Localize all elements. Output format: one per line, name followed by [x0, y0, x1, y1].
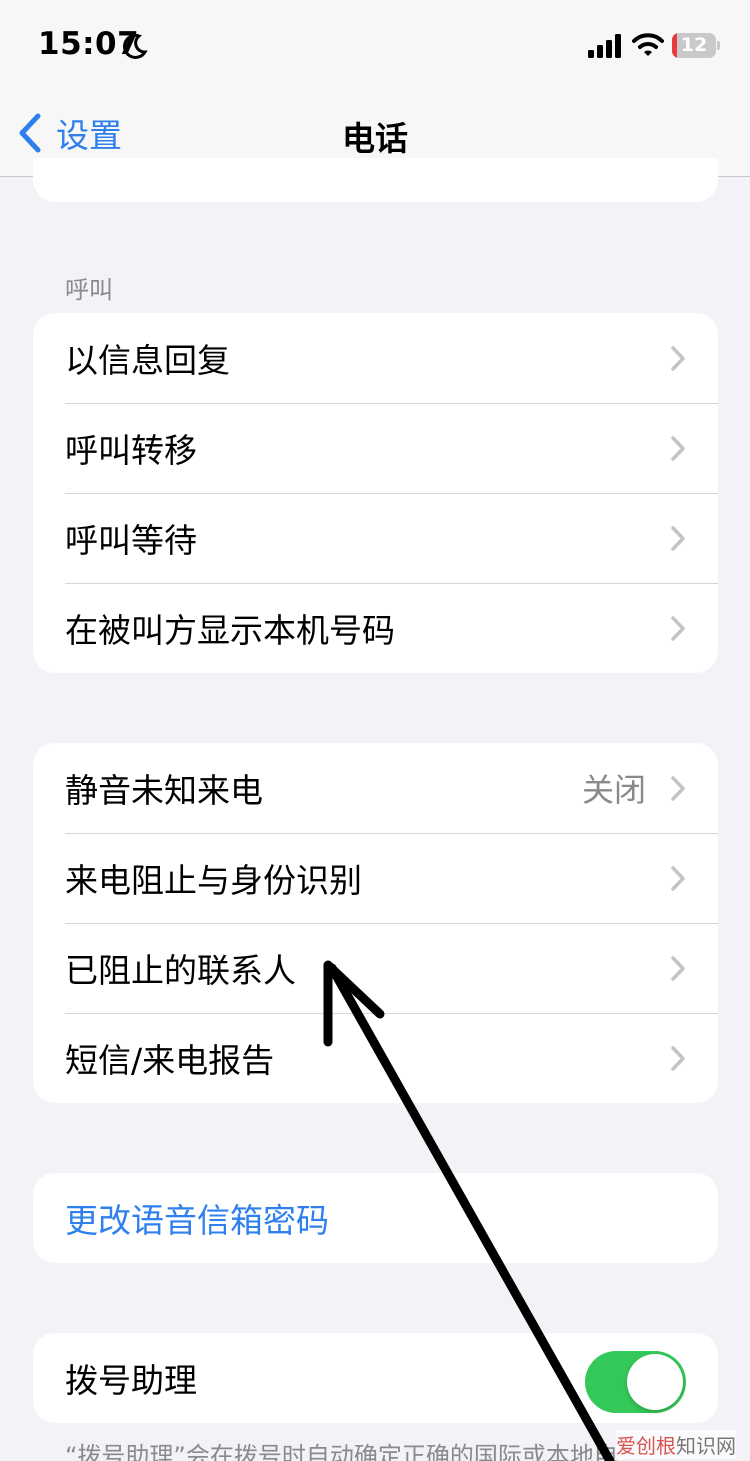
page-title: 电话: [342, 119, 408, 158]
cellular-signal-icon: [588, 34, 621, 58]
battery-body: 12: [672, 33, 716, 58]
blocking-group: 静音未知来电 关闭 来电阻止与身份识别 已阻止的联系人 短信/来电报告: [33, 743, 718, 1103]
row-label: 呼叫等待: [65, 521, 197, 560]
dial-assist-toggle[interactable]: [585, 1351, 686, 1413]
row-sms-call-reporting[interactable]: 短信/来电报告: [33, 1013, 718, 1103]
dial-assist-group: 拨号助理: [33, 1333, 718, 1423]
row-label: 短信/来电报告: [65, 1041, 275, 1080]
row-silence-unknown-callers[interactable]: 静音未知来电 关闭: [33, 743, 718, 833]
row-value: 关闭: [581, 771, 646, 809]
voicemail-group: 更改语音信箱密码: [33, 1173, 718, 1263]
dial-assist-footer: “拨号助理”会在拨号时自动确定正确的国际或本地电: [65, 1442, 618, 1461]
toggle-knob: [627, 1354, 683, 1410]
row-label: 更改语音信箱密码: [65, 1201, 329, 1240]
row-label: 静音未知来电: [65, 771, 263, 810]
calls-group: 以信息回复 呼叫转移 呼叫等待 在被叫方显示本机号码: [33, 313, 718, 673]
previous-group-card: [33, 158, 718, 202]
row-label: 拨号助理: [65, 1361, 197, 1400]
row-reply-with-message[interactable]: 以信息回复: [33, 313, 718, 403]
chevron-right-icon: [671, 346, 685, 371]
moon-icon: [123, 33, 148, 59]
change-voicemail-password-button[interactable]: 更改语音信箱密码: [33, 1173, 718, 1263]
row-label: 呼叫转移: [65, 431, 197, 470]
watermark: 爱创根知识网: [616, 1430, 736, 1459]
chevron-right-icon: [671, 616, 685, 641]
row-label: 以信息回复: [65, 341, 230, 380]
chevron-right-icon: [671, 526, 685, 551]
watermark-suffix: 知识网: [676, 1434, 736, 1458]
chevron-right-icon: [671, 1046, 685, 1071]
wifi-icon: [632, 33, 664, 56]
row-label: 来电阻止与身份识别: [65, 861, 362, 900]
row-call-blocking-identification[interactable]: 来电阻止与身份识别: [33, 833, 718, 923]
chevron-right-icon: [671, 866, 685, 891]
battery-percent: 12: [680, 34, 708, 56]
row-blocked-contacts[interactable]: 已阻止的联系人: [33, 923, 718, 1013]
battery-indicator: 12: [672, 33, 720, 58]
section-header-calls: 呼叫: [65, 276, 113, 304]
watermark-brand: 爱创根: [616, 1434, 676, 1458]
row-label: 在被叫方显示本机号码: [65, 611, 395, 650]
row-dial-assist: 拨号助理: [33, 1333, 718, 1423]
row-call-waiting[interactable]: 呼叫等待: [33, 493, 718, 583]
chevron-right-icon: [671, 956, 685, 981]
status-bar: 15:07 12: [0, 0, 750, 90]
row-show-caller-id[interactable]: 在被叫方显示本机号码: [33, 583, 718, 673]
row-label: 已阻止的联系人: [65, 951, 296, 990]
chevron-right-icon: [671, 776, 685, 801]
battery-cap: [717, 41, 720, 50]
chevron-right-icon: [671, 436, 685, 461]
row-call-forwarding[interactable]: 呼叫转移: [33, 403, 718, 493]
